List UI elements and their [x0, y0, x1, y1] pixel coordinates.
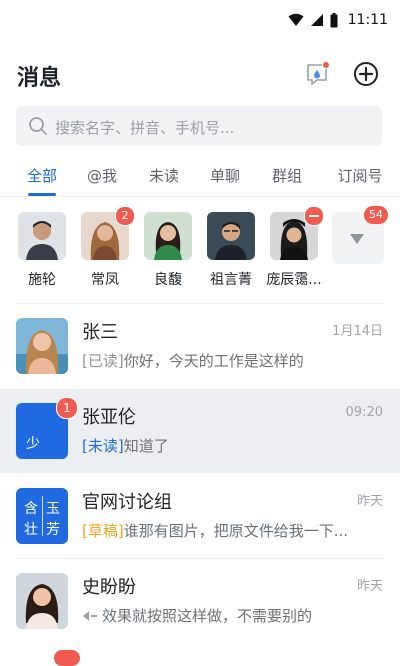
unread-tag: [未读] — [82, 437, 124, 455]
unread-badge: 1 — [56, 397, 78, 419]
chat-name: 史盼盼 — [82, 577, 136, 598]
search-placeholder: 搜索名字、拼音、手机号... — [55, 119, 235, 137]
chat-name: 官网讨论组 — [82, 492, 172, 513]
read-tag: [已读] — [82, 352, 124, 370]
person-photo — [207, 212, 255, 260]
contact-name: 施轮 — [28, 272, 56, 288]
unread-badge — [54, 650, 80, 666]
active-tab-indicator — [28, 193, 56, 196]
chat-item[interactable]: 少 科 1 张亚伦 09:20 [未读]知道了 — [0, 389, 400, 473]
preview-text: 你好，今天的工作是这样的 — [123, 352, 304, 370]
unread-badge: 2 — [115, 206, 135, 226]
remove-badge-icon[interactable] — [304, 206, 324, 226]
avatar: 2 — [81, 206, 135, 260]
plus-circle-icon — [354, 62, 378, 86]
page-title: 消息 — [17, 66, 62, 91]
chat-time: 09:20 — [345, 405, 383, 420]
contact-item[interactable]: 祖言菁 — [203, 212, 259, 289]
avatar — [16, 573, 68, 629]
avatar-char: 科 — [26, 457, 40, 459]
chat-preview: [草稿]谁那有图片，把原文件给我一下... — [82, 520, 382, 541]
tab-unread[interactable]: 未读 — [136, 165, 192, 186]
contact-item[interactable]: 庞辰霭... — [266, 206, 324, 289]
chat-time: 1月14日 — [332, 324, 383, 339]
avatar-char: 芳 — [46, 522, 60, 538]
notification-icon — [307, 61, 330, 85]
preview-text: 知道了 — [123, 437, 169, 455]
signal-icon — [310, 14, 323, 26]
status-time: 11:11 — [347, 12, 388, 28]
app-header: 消息 — [0, 52, 400, 98]
tab-mentions[interactable]: @我 — [74, 165, 130, 186]
contact-item[interactable]: 2 常凤 — [77, 206, 135, 289]
avatar — [270, 206, 324, 260]
search-icon — [29, 117, 47, 135]
avatar-char: 含 — [24, 501, 38, 517]
avatar-char: 壮 — [24, 522, 38, 538]
contact-name: 良馥 — [154, 272, 182, 288]
more-count-badge: 54 — [364, 206, 388, 224]
contact-name: 常凤 — [91, 272, 119, 288]
contact-item[interactable]: 良馥 — [140, 212, 196, 289]
person-photo — [16, 573, 68, 629]
chat-item[interactable]: 张三 1月14日 [已读]你好，今天的工作是这样的 — [0, 304, 400, 388]
preview-text: 效果就按照这样做，不需要别的 — [102, 607, 313, 625]
chat-name: 张三 — [82, 322, 118, 343]
notification-button[interactable] — [302, 58, 334, 90]
voice-icon — [83, 611, 97, 621]
tab-groups[interactable]: 群组 — [259, 165, 315, 186]
chevron-down-icon — [350, 234, 364, 244]
chat-name: 张亚伦 — [82, 407, 136, 428]
chat-preview: [已读]你好，今天的工作是这样的 — [82, 350, 382, 371]
chat-time: 昨天 — [356, 494, 383, 509]
more-contacts-button[interactable]: 54 — [332, 206, 388, 264]
avatar-divider — [42, 496, 43, 536]
search-input[interactable]: 搜索名字、拼音、手机号... — [16, 106, 382, 146]
person-photo — [18, 212, 66, 260]
chat-item[interactable]: 含 玉 壮 芳 官网讨论组 昨天 [草稿]谁那有图片，把原文件给我一下... — [0, 474, 400, 558]
chat-preview: 效果就按照这样做，不需要别的 — [82, 605, 382, 626]
preview-text: 谁那有图片，把原文件给我一下... — [123, 522, 349, 540]
avatar-char: 玉 — [46, 501, 60, 517]
filter-tabs: 全部 @我 未读 单聊 群组 订阅号 — [0, 160, 400, 197]
chat-time: 昨天 — [356, 579, 383, 594]
tab-all[interactable]: 全部 — [14, 165, 70, 186]
tab-direct[interactable]: 单聊 — [197, 165, 253, 186]
avatar — [144, 212, 192, 260]
wifi-icon — [288, 13, 304, 26]
frequent-contacts: 施轮 2 常凤 良馥 祖言菁 庞辰霭... 54 — [0, 206, 400, 292]
status-bar: 11:11 — [0, 0, 400, 44]
battery-icon — [330, 12, 338, 27]
person-photo — [144, 212, 192, 260]
avatar: 含 玉 壮 芳 — [16, 488, 68, 544]
draft-tag: [草稿] — [82, 522, 124, 540]
tab-subscriptions[interactable]: 订阅号 — [330, 165, 390, 186]
add-button[interactable] — [350, 58, 382, 90]
chat-preview: [未读]知道了 — [82, 435, 382, 456]
contact-name: 庞辰霭... — [266, 272, 322, 288]
contact-item[interactable]: 施轮 — [14, 212, 70, 289]
person-photo — [16, 318, 68, 374]
chat-item[interactable]: 史盼盼 昨天 效果就按照这样做，不需要别的 — [0, 559, 400, 643]
avatar-char: 少 — [26, 436, 40, 452]
avatar — [16, 318, 68, 374]
contact-name: 祖言菁 — [210, 272, 252, 288]
avatar — [18, 212, 66, 260]
avatar — [207, 212, 255, 260]
